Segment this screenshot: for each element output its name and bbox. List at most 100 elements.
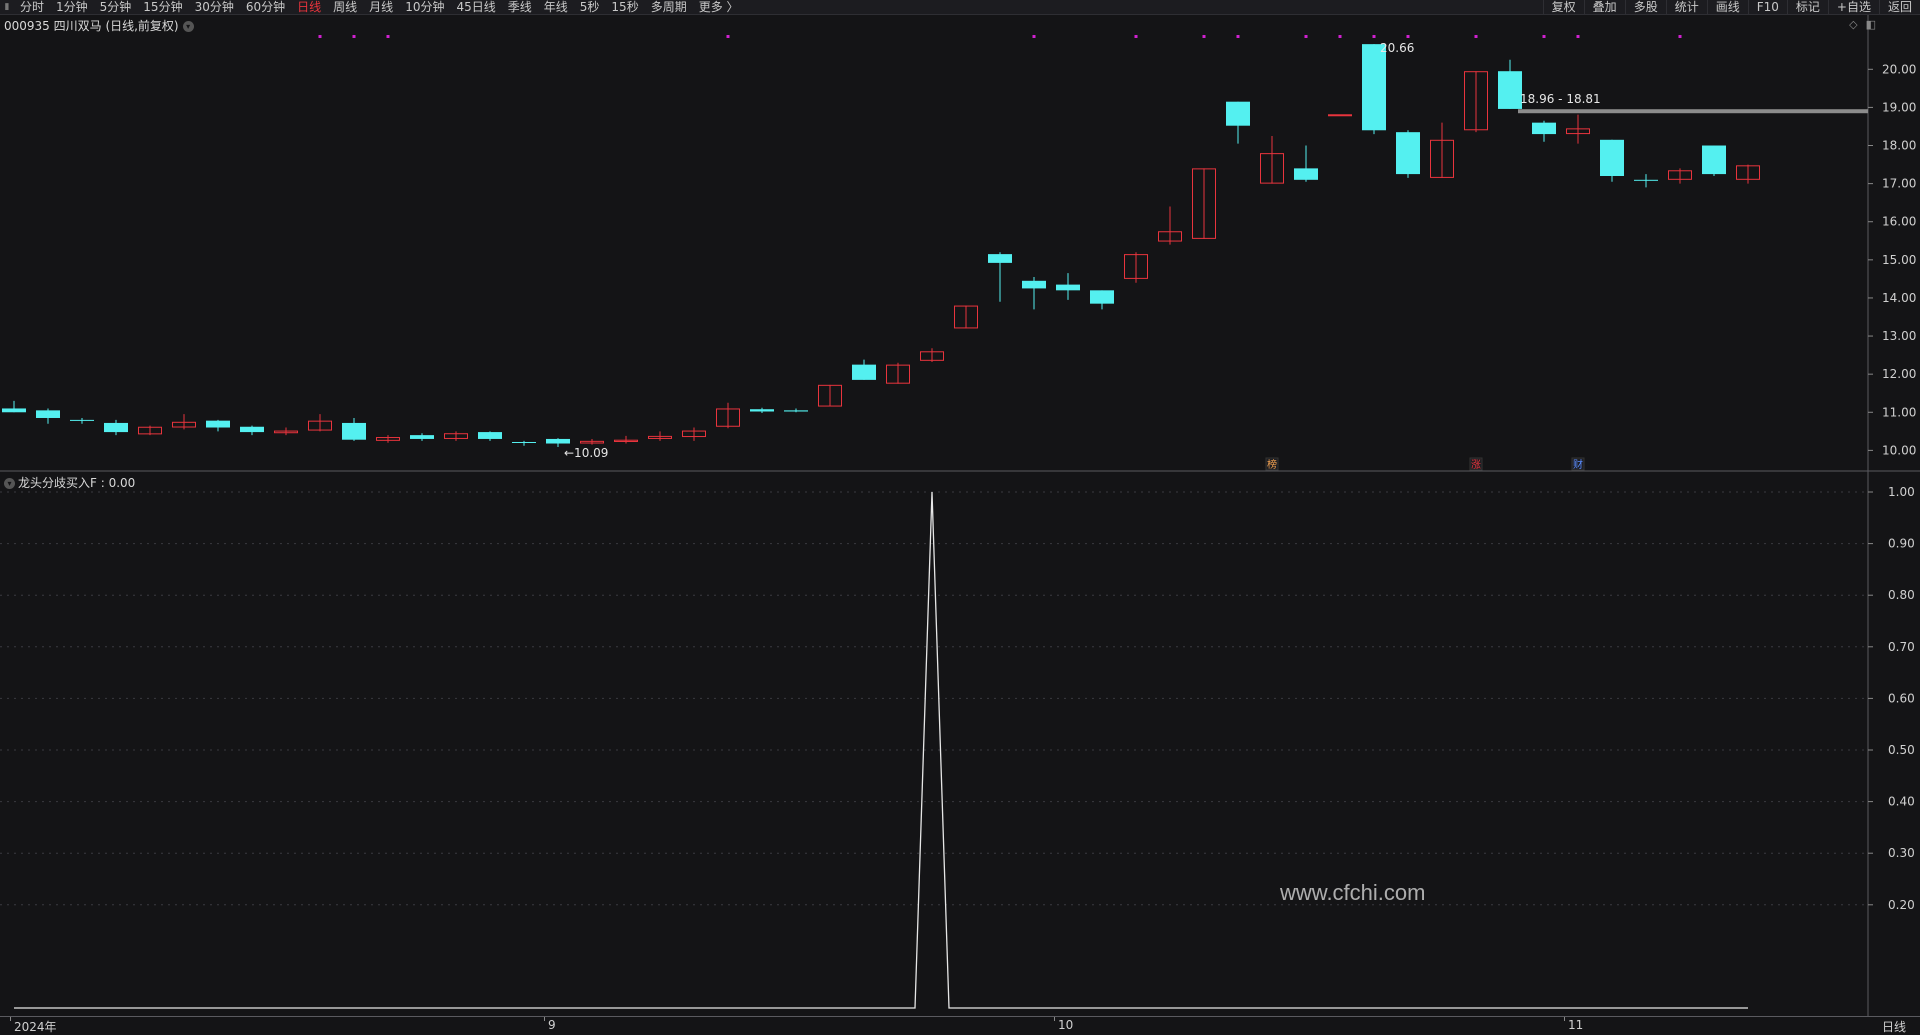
high-price-label: 20.66 (1380, 41, 1414, 55)
toolbar-tool-button[interactable]: +自选 (1827, 0, 1879, 14)
toolbar-tool-button[interactable]: 多股 (1624, 0, 1666, 14)
indicator-title: ▾ 龙头分歧买入F : 0.00 (4, 474, 135, 491)
candle-body (70, 419, 94, 421)
candle-body (512, 441, 536, 443)
period-tab[interactable]: 30分钟 (189, 0, 240, 14)
indicator-tick-label: 0.20 (1888, 898, 1915, 912)
signal-marker (726, 35, 730, 38)
period-tab[interactable]: 日线 (291, 0, 327, 14)
candle-body (1294, 168, 1318, 180)
candle-body (1022, 280, 1046, 289)
candle-body (1702, 145, 1726, 175)
candle-body (1056, 284, 1080, 291)
period-label[interactable]: 日线 (1882, 1018, 1906, 1035)
indicator-chart[interactable]: 1.00 0.90 0.80 0.70 0.60 0.50 0.40 0.30 0.20 (0, 472, 1920, 1016)
period-tab[interactable]: 月线 (363, 0, 399, 14)
time-axis-label: 10 (1058, 1018, 1074, 1032)
candlestick-chart[interactable]: 20.00 19.00 18.00 17.00 16.00 15.00 14.00 13.00… (0, 15, 1920, 472)
indicator-tick-label: 0.70 (1888, 640, 1915, 654)
signal-marker (1678, 35, 1682, 38)
stock-title: 000935 四川双马 (日线,前复权) ▾ (4, 17, 194, 34)
period-tab[interactable]: 1分钟 (50, 0, 94, 14)
watermark: www.cfchi.com (1280, 880, 1426, 905)
price-tick-label: 11.00 (1882, 405, 1916, 419)
period-toolbar: ▮ 分时 1分钟 5分钟 15分钟 30分钟 60分钟 日线 周线 月线 10分钟 45日线 季线 年线… (0, 0, 1920, 15)
period-tab[interactable]: 多周期 (645, 0, 693, 14)
price-tick-label: 14.00 (1882, 291, 1916, 305)
candle-body (478, 432, 502, 439)
period-tab[interactable]: 10分钟 (399, 0, 450, 14)
event-badge: 涨 (1471, 459, 1481, 471)
signal-marker (1372, 35, 1376, 38)
candle-body (988, 254, 1012, 263)
toolbar-tool-button[interactable]: 复权 (1542, 0, 1584, 14)
time-axis-label: 11 (1568, 1018, 1584, 1032)
candle-body (1498, 71, 1522, 109)
signal-marker (352, 35, 356, 38)
period-tab[interactable]: 15分钟 (137, 0, 188, 14)
price-tick-label: 10.00 (1882, 443, 1916, 457)
signal-marker (1032, 35, 1036, 38)
candle-body (240, 426, 264, 433)
toolbar-tool-button[interactable]: 统计 (1665, 0, 1707, 14)
indicator-dropdown-icon[interactable]: ▾ (4, 478, 15, 489)
price-tick-label: 13.00 (1882, 329, 1916, 343)
period-tab[interactable]: 5秒 (574, 0, 606, 14)
period-tab[interactable]: 15秒 (605, 0, 644, 14)
price-tick-label: 19.00 (1882, 100, 1916, 114)
indicator-tick-label: 0.40 (1888, 795, 1915, 809)
signal-marker (1542, 35, 1546, 38)
period-tab[interactable]: 周线 (327, 0, 363, 14)
indicator-tick-label: 0.60 (1888, 691, 1915, 705)
indicator-tick-label: 0.80 (1888, 588, 1915, 602)
period-tab[interactable]: 5分钟 (94, 0, 138, 14)
chart-corner-icons: ◇ ◧ (1841, 18, 1876, 31)
candle-body (1634, 179, 1658, 181)
period-tab[interactable]: 季线 (502, 0, 538, 14)
price-tick-label: 12.00 (1882, 367, 1916, 381)
period-tab[interactable]: 更多 〉 (693, 0, 745, 14)
panel-toggle-icon[interactable]: ◧ (1866, 18, 1876, 31)
period-tab[interactable]: 60分钟 (240, 0, 291, 14)
period-tab[interactable]: 分时 (14, 0, 50, 14)
candle-body (750, 409, 774, 412)
toolbar-tool-button[interactable]: 标记 (1786, 0, 1828, 14)
indicator-tick-label: 1.00 (1888, 485, 1915, 499)
diamond-icon[interactable]: ◇ (1849, 18, 1857, 31)
period-tab[interactable]: 45日线 (450, 0, 501, 14)
toolbar-grip-icon[interactable]: ▮ (0, 0, 14, 14)
period-tab[interactable]: 年线 (538, 0, 574, 14)
toolbar-tool-button[interactable]: 画线 (1706, 0, 1748, 14)
time-tick (1564, 1017, 1565, 1021)
indicator-tick-label: 0.30 (1888, 846, 1915, 860)
time-axis-label: 2024年 (14, 1020, 57, 1034)
title-dropdown-icon[interactable]: ▾ (182, 21, 194, 32)
candle-body (342, 422, 366, 440)
candle-body (852, 364, 876, 380)
toolbar-tool-button[interactable]: 返回 (1878, 0, 1920, 14)
signal-marker (1304, 35, 1308, 38)
candle-body (104, 422, 128, 433)
candle-body (206, 420, 230, 428)
signal-marker (1576, 35, 1580, 38)
toolbar-tool-button[interactable]: 叠加 (1583, 0, 1625, 14)
toolbar-tool-button[interactable]: F10 (1747, 0, 1787, 14)
signal-marker (1338, 35, 1342, 38)
indicator-title-text: 龙头分歧买入F : 0.00 (18, 476, 136, 490)
sub-bg (0, 472, 1920, 1016)
main-bg (0, 15, 1920, 472)
range-line (1518, 109, 1868, 114)
time-tick (544, 1017, 545, 1021)
low-price-label: ←10.09 (564, 446, 608, 460)
signal-marker (318, 35, 322, 38)
signal-marker (386, 35, 390, 38)
signal-marker (1236, 35, 1240, 38)
time-tick (10, 1017, 11, 1021)
indicator-tick-label: 0.90 (1888, 537, 1915, 551)
price-tick-label: 15.00 (1882, 253, 1916, 267)
signal-marker (1134, 35, 1138, 38)
candle-body (2, 408, 26, 413)
candle-body (1396, 132, 1420, 175)
time-axis-label: 9 (548, 1018, 556, 1032)
candle-body (1362, 44, 1386, 131)
